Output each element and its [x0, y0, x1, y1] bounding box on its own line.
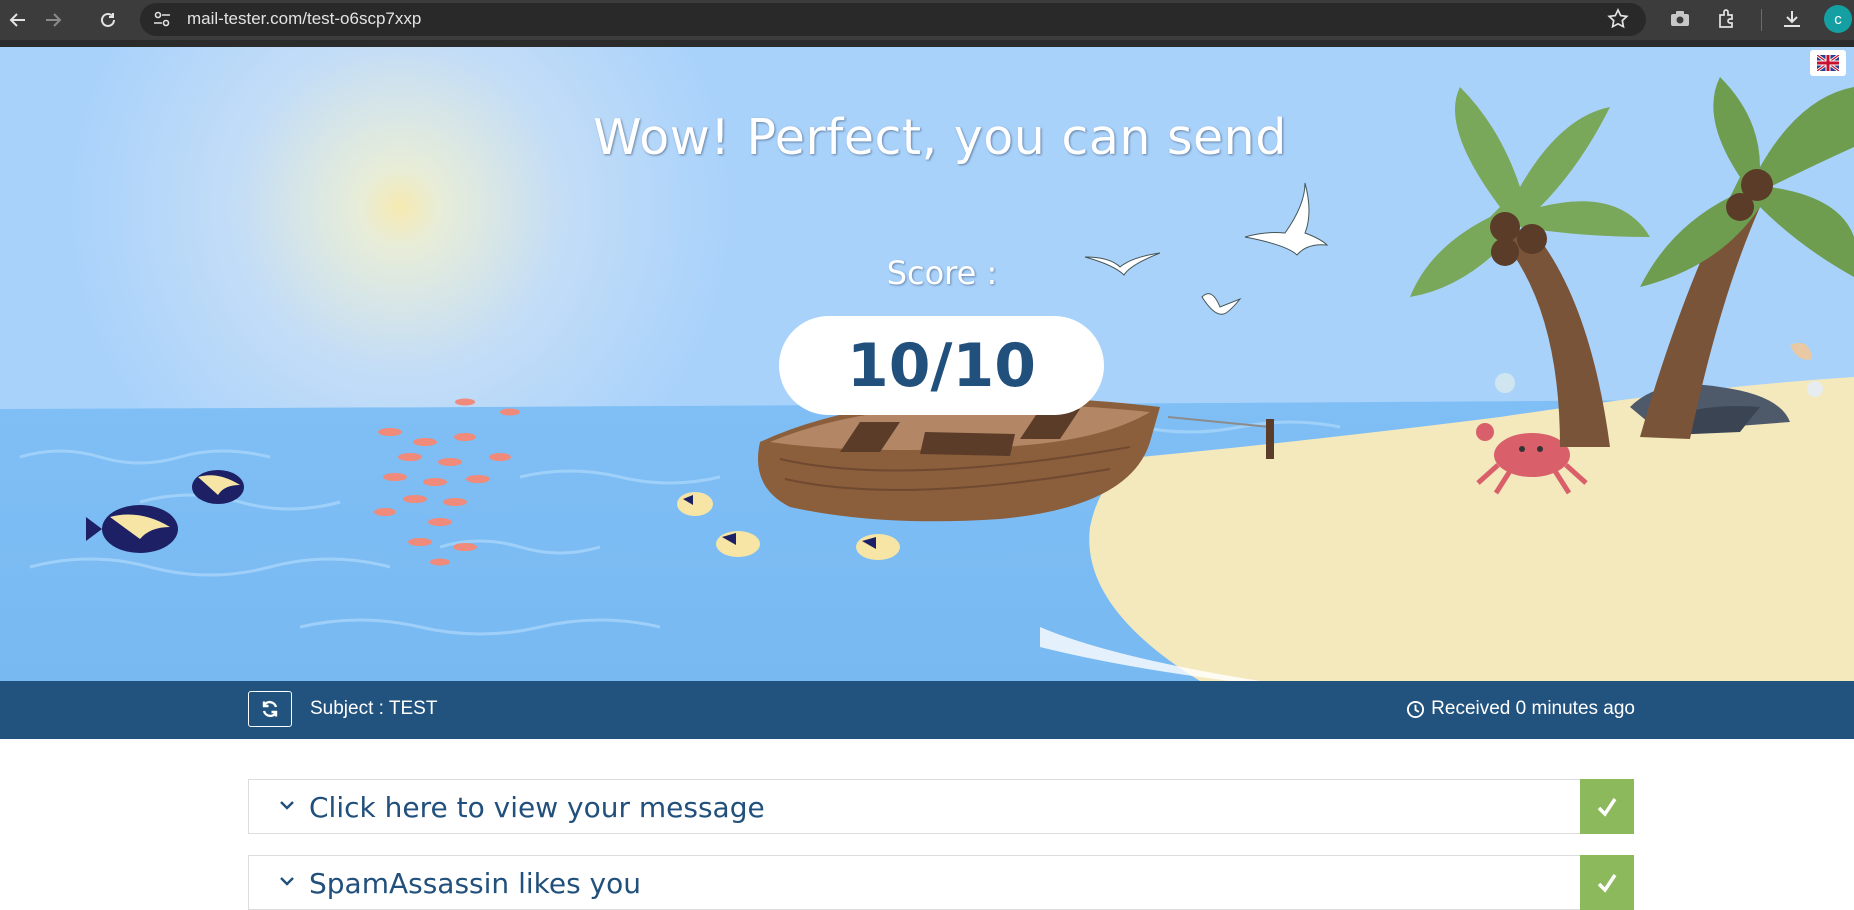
- subject-bar: Subject : TEST Received 0 minutes ago: [0, 681, 1854, 739]
- pass-status-badge: [1580, 855, 1634, 910]
- bookmark-star-icon[interactable]: [1606, 7, 1630, 36]
- site-settings-icon[interactable]: [152, 9, 172, 34]
- result-title: Wow! Perfect, you can send: [593, 109, 1287, 166]
- chevron-down-icon: [280, 877, 294, 886]
- reload-icon[interactable]: [96, 8, 120, 32]
- back-icon[interactable]: [6, 8, 30, 32]
- pass-status-badge: [1580, 779, 1634, 834]
- refresh-button[interactable]: [248, 691, 292, 727]
- checkmark-icon: [1597, 797, 1617, 817]
- extensions-puzzle-icon[interactable]: [1715, 7, 1739, 36]
- score-value: 10/10: [847, 330, 1036, 401]
- received-text: Received 0 minutes ago: [1431, 698, 1635, 719]
- received-time: Received 0 minutes ago: [1406, 698, 1635, 720]
- checkmark-icon: [1597, 873, 1617, 893]
- refresh-icon: [262, 700, 278, 718]
- language-flag-icon[interactable]: [1810, 50, 1846, 76]
- email-subject: Subject : TEST: [310, 698, 438, 719]
- panel-title: Click here to view your message: [309, 791, 765, 824]
- spamassassin-panel[interactable]: SpamAssassin likes you: [248, 855, 1634, 910]
- view-message-panel[interactable]: Click here to view your message: [248, 779, 1634, 834]
- camera-icon[interactable]: [1668, 7, 1692, 36]
- download-icon[interactable]: [1780, 7, 1804, 36]
- clock-icon: [1407, 700, 1425, 718]
- result-hero: Wow! Perfect, you can send Score : 10/10: [0, 47, 1854, 681]
- score-badge: 10/10: [779, 316, 1104, 415]
- panel-title: SpamAssassin likes you: [309, 867, 642, 900]
- forward-icon[interactable]: [41, 8, 65, 32]
- score-label: Score :: [886, 254, 998, 292]
- toolbar-divider: [1761, 9, 1762, 31]
- url-text[interactable]: mail-tester.com/test-o6scp7xxp: [187, 9, 421, 29]
- profile-avatar[interactable]: c: [1824, 5, 1852, 33]
- browser-toolbar: mail-tester.com/test-o6scp7xxp c: [0, 0, 1854, 47]
- chevron-down-icon: [280, 801, 294, 810]
